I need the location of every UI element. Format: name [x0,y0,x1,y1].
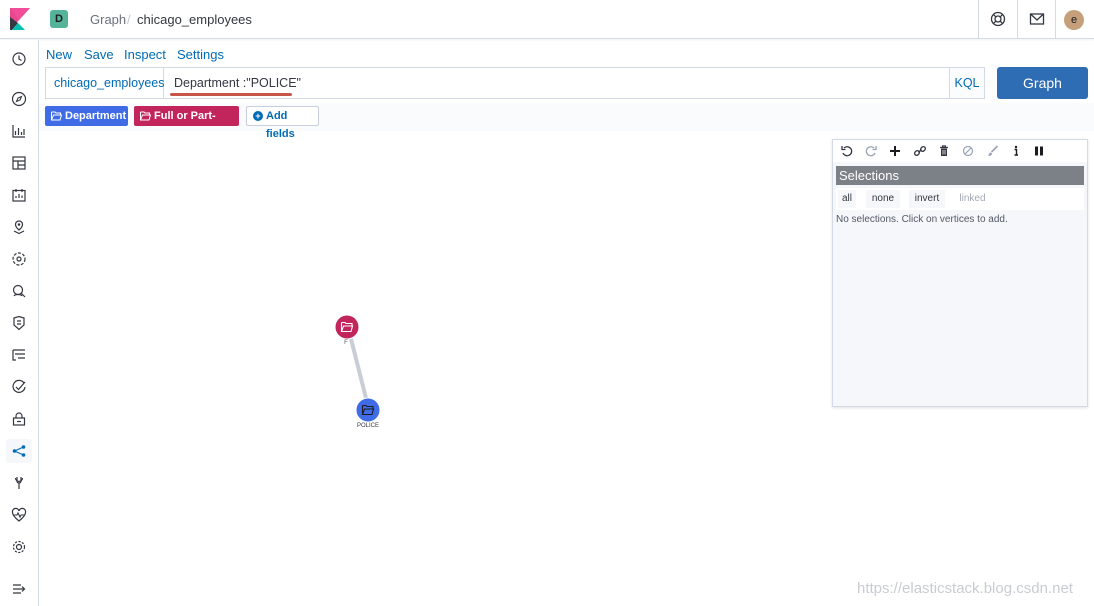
graph-submit-button[interactable]: Graph [997,67,1088,99]
management-gear-icon[interactable] [11,539,27,555]
vertex-police[interactable]: POLICE [355,397,381,429]
breadcrumb-workspace: chicago_employees [137,12,252,27]
selection-buttons: all none invert linked [836,188,1084,210]
breadcrumb-graph[interactable]: Graph [90,12,126,27]
newsfeed-mail-icon[interactable] [1028,10,1046,28]
vertex-full-part-time[interactable]: F [334,314,360,346]
vertex-police-label: POLICE [357,423,379,429]
uptime-icon[interactable] [11,379,27,395]
blocklist-icon[interactable] [961,144,975,158]
infrastructure-icon[interactable] [11,283,27,299]
dashboard-icon[interactable] [11,155,27,171]
dev-tools-icon[interactable] [11,475,27,491]
canvas-icon[interactable] [11,187,27,203]
selections-title: Selections [836,166,1084,185]
watermark: https://elasticstack.blog.csdn.net [857,580,1073,597]
header-divider [1017,0,1018,39]
visualize-chart-icon[interactable] [11,123,27,139]
discover-compass-icon[interactable] [11,91,27,107]
vertex-full-part-time-label: F [344,340,348,346]
select-linked-button[interactable]: linked [955,190,990,208]
no-selections-message: No selections. Click on vertices to add. [836,214,1008,225]
field-department-label: Department [65,110,127,122]
logs-icon[interactable] [11,315,27,331]
kibana-logo-icon[interactable] [10,8,30,30]
style-brush-icon[interactable] [986,144,1000,158]
space-avatar[interactable]: D [50,10,68,28]
add-fields-button[interactable]: + Add fields [246,106,319,140]
query-language-toggle[interactable]: KQL [949,68,984,98]
graph-toolbar [833,140,1087,162]
redo-icon[interactable] [864,144,878,158]
breadcrumb-separator: / [127,12,131,27]
folder-open-icon [51,111,62,121]
save-menu-item[interactable]: Save [84,47,114,62]
side-navigation [0,40,39,606]
siem-lock-icon[interactable] [11,411,27,427]
new-menu-item[interactable]: New [46,47,72,62]
user-avatar[interactable]: e [1064,10,1084,30]
link-icon[interactable] [913,144,927,158]
expand-plus-icon[interactable] [888,144,902,158]
header-divider [1055,0,1056,39]
index-pattern-selector[interactable]: chicago_employees [46,68,165,98]
select-invert-button[interactable]: invert [909,190,945,208]
folder-open-icon [140,111,151,121]
select-all-button[interactable]: all [838,190,856,208]
undo-icon[interactable] [840,144,854,158]
apm-icon[interactable] [11,347,27,363]
select-none-button[interactable]: none [866,190,900,208]
plus-circle-icon: + [253,111,263,121]
graph-canvas[interactable]: F POLICE [39,131,829,601]
machine-learning-icon[interactable] [11,251,27,267]
maps-icon[interactable] [11,219,27,235]
graph-control-panel: Selections all none invert linked No sel… [832,139,1088,407]
help-icon[interactable] [989,10,1007,28]
annotation-underline [170,93,292,96]
field-full-part-time-button[interactable]: Full or Part-Time [134,106,239,142]
settings-menu-item[interactable]: Settings [177,47,224,62]
graph-edge[interactable] [346,326,371,411]
recently-viewed-clock-icon[interactable] [11,51,27,67]
monitoring-heart-icon[interactable] [11,507,27,523]
graph-app-icon[interactable] [11,443,27,459]
top-header: D Graph / chicago_employees e [0,0,1094,39]
field-department-button[interactable]: Department [45,106,128,126]
pause-icon[interactable] [1032,144,1046,158]
inspect-menu-item[interactable]: Inspect [124,47,166,62]
delete-trash-icon[interactable] [937,144,951,158]
header-divider [978,0,979,39]
info-icon[interactable] [1009,144,1023,158]
collapse-nav-icon[interactable] [11,581,27,597]
